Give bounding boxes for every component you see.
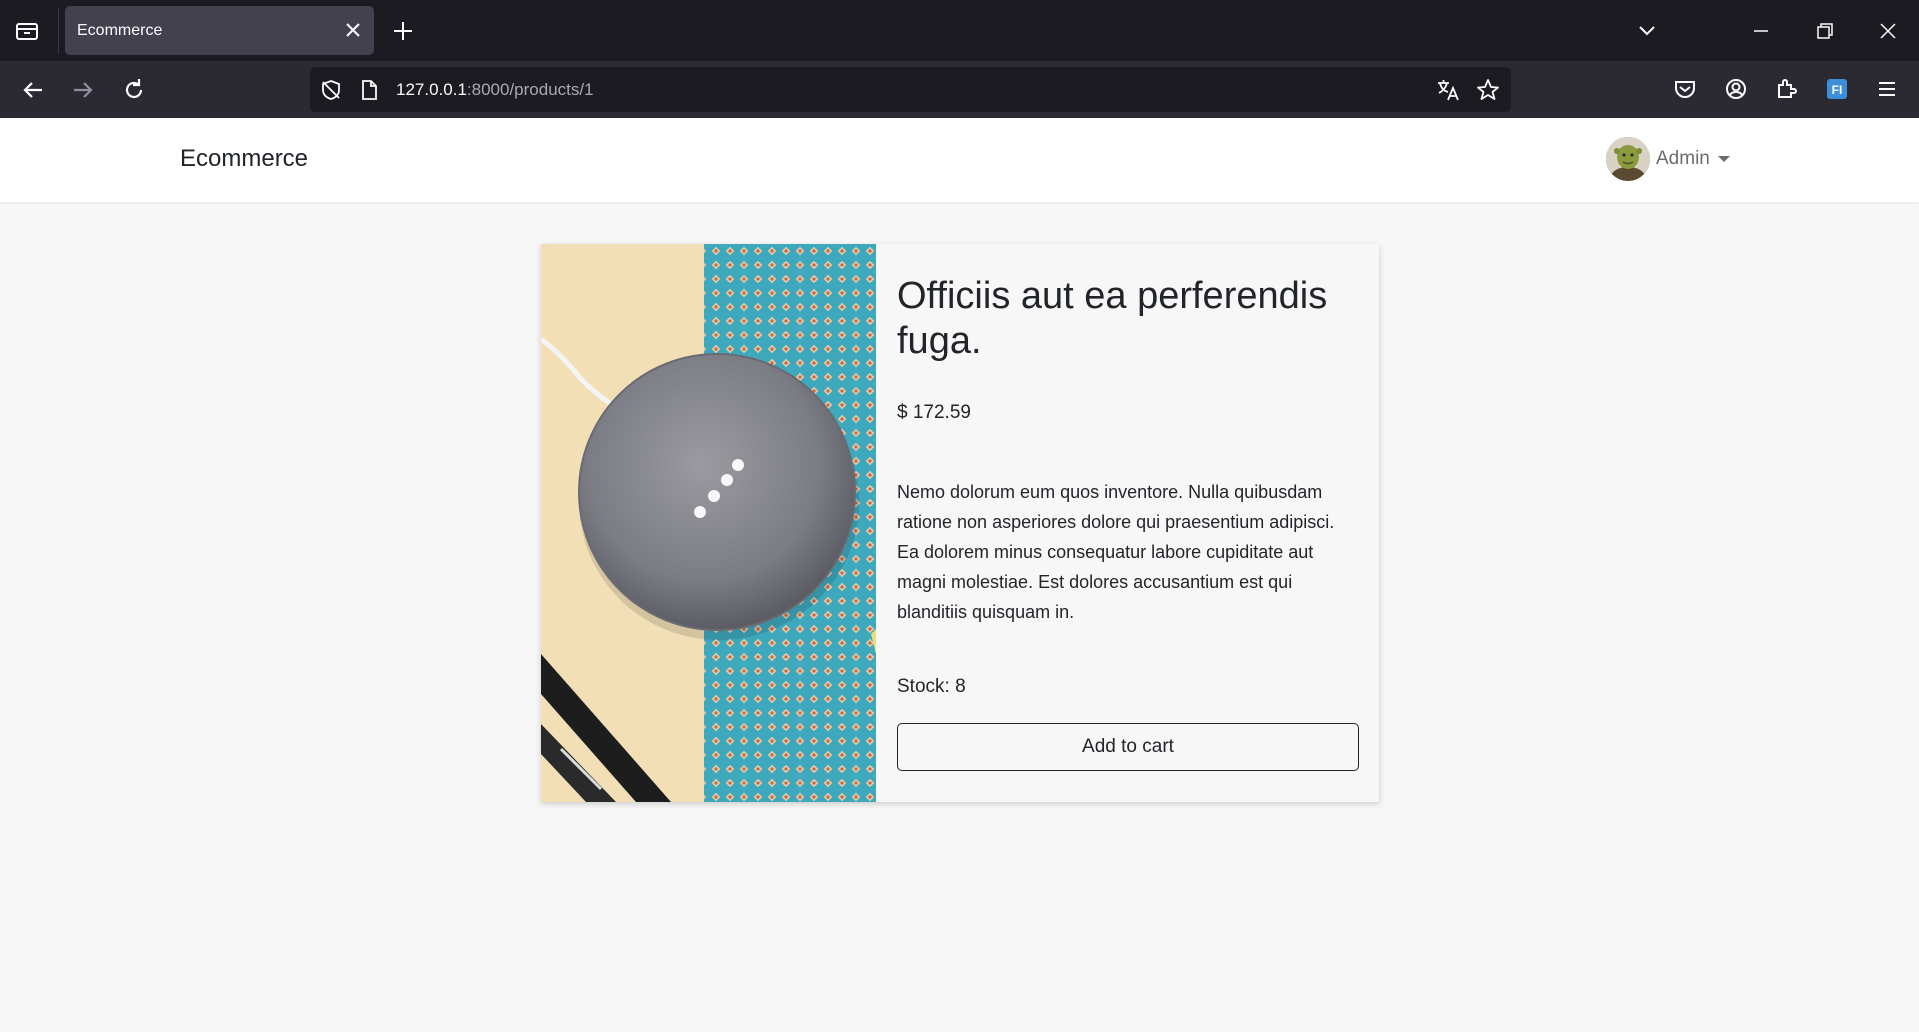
minimize-icon[interactable]: [1746, 16, 1776, 46]
add-to-cart-button[interactable]: Add to cart: [897, 723, 1359, 771]
tracking-protection-icon[interactable]: [320, 79, 342, 101]
page-info-icon[interactable]: [358, 79, 380, 101]
svg-text:FI: FI: [1832, 83, 1843, 97]
browser-nav-bar: 127.0.0.1:8000/products/1 FI: [0, 61, 1919, 118]
caret-down-icon: [1717, 156, 1730, 162]
product-title: Officiis aut ea perferendis fuga.: [897, 275, 1328, 362]
product-price: $ 172.59: [897, 402, 971, 423]
pocket-icon[interactable]: [1670, 74, 1700, 104]
site-header: Ecommerce Admin: [0, 118, 1919, 202]
brand-link[interactable]: Ecommerce: [180, 145, 308, 173]
browser-tab-bar: Ecommerce: [0, 0, 1919, 61]
translate-icon[interactable]: [1435, 77, 1461, 103]
close-tab-icon[interactable]: [342, 19, 364, 41]
forward-icon[interactable]: [68, 75, 98, 105]
tab-title: Ecommerce: [77, 22, 163, 39]
tab-separator: [58, 8, 59, 54]
url-host: 127.0.0.1: [396, 80, 467, 99]
product-stock: Stock: 8: [897, 676, 966, 697]
back-icon[interactable]: [18, 75, 48, 105]
product-info: Officiis aut ea perferendis fuga. $ 172.…: [897, 274, 1359, 771]
reload-icon[interactable]: [119, 75, 149, 105]
product-card: Officiis aut ea perferendis fuga. $ 172.…: [541, 244, 1379, 802]
url-path: :8000/products/1: [466, 80, 594, 99]
chevron-down-icon[interactable]: [1632, 16, 1662, 46]
product-description: Nemo dolorum eum quos inventore. Nulla q…: [897, 482, 1335, 622]
tab-list-icon[interactable]: [12, 18, 44, 44]
extension-fi-icon[interactable]: FI: [1822, 74, 1852, 104]
user-dropdown[interactable]: Admin: [1606, 136, 1730, 182]
new-tab-icon[interactable]: [390, 18, 416, 44]
extensions-icon[interactable]: [1771, 74, 1801, 104]
url-text: 127.0.0.1:8000/products/1: [396, 80, 594, 100]
restore-icon[interactable]: [1810, 16, 1840, 46]
menu-icon[interactable]: [1872, 74, 1902, 104]
avatar: [1606, 137, 1650, 181]
bookmark-star-icon[interactable]: [1475, 77, 1501, 103]
product-image: [541, 244, 876, 802]
user-name: Admin: [1656, 148, 1710, 169]
browser-tab-active[interactable]: Ecommerce: [65, 6, 374, 55]
close-window-icon[interactable]: [1873, 16, 1903, 46]
url-bar[interactable]: 127.0.0.1:8000/products/1: [310, 67, 1511, 112]
account-icon[interactable]: [1721, 74, 1751, 104]
